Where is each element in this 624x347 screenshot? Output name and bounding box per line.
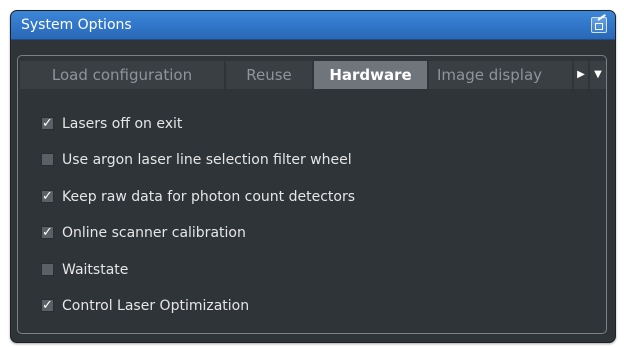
option-online-scanner-calibration[interactable]: ✓ Online scanner calibration (41, 224, 246, 242)
system-options-window: System Options Load configuration Reuse … (10, 10, 616, 343)
option-label: Control Laser Optimization (62, 298, 250, 314)
option-control-laser-optimization[interactable]: ✓ Control Laser Optimization (41, 297, 249, 315)
window-title: System Options (21, 17, 132, 33)
checkbox-unchecked[interactable] (41, 262, 54, 276)
checkbox-checked[interactable]: ✓ (41, 116, 54, 130)
option-lasers-off-on-exit[interactable]: ✓ Lasers off on exit (41, 115, 182, 133)
checkbox-checked[interactable]: ✓ (41, 189, 54, 203)
chevron-down-icon[interactable]: ▼ (590, 61, 606, 89)
option-waitstate[interactable]: Waitstate (41, 261, 128, 279)
option-argon-filter-wheel[interactable]: Use argon laser line selection filter wh… (41, 151, 352, 169)
tab-load-configuration[interactable]: Load configuration (20, 61, 224, 89)
chevron-right-icon[interactable]: ▶ (574, 61, 588, 89)
title-bar[interactable]: System Options (11, 11, 615, 40)
checkbox-unchecked[interactable] (41, 152, 54, 166)
tab-image-display[interactable]: Image display (429, 61, 572, 89)
option-label: Waitstate (62, 262, 129, 278)
tab-reuse[interactable]: Reuse (226, 61, 312, 89)
option-label: Online scanner calibration (62, 225, 246, 241)
option-keep-raw-data[interactable]: ✓ Keep raw data for photon count detector… (41, 188, 355, 206)
checkbox-checked[interactable]: ✓ (41, 298, 54, 312)
option-label: Lasers off on exit (62, 116, 183, 132)
tab-bar: Load configuration Reuse Hardware Image … (20, 61, 606, 89)
undock-icon[interactable] (591, 17, 607, 33)
option-label: Keep raw data for photon count detectors (62, 189, 356, 205)
option-label: Use argon laser line selection filter wh… (62, 152, 352, 168)
tab-hardware[interactable]: Hardware (314, 61, 427, 89)
checkbox-checked[interactable]: ✓ (41, 225, 54, 239)
